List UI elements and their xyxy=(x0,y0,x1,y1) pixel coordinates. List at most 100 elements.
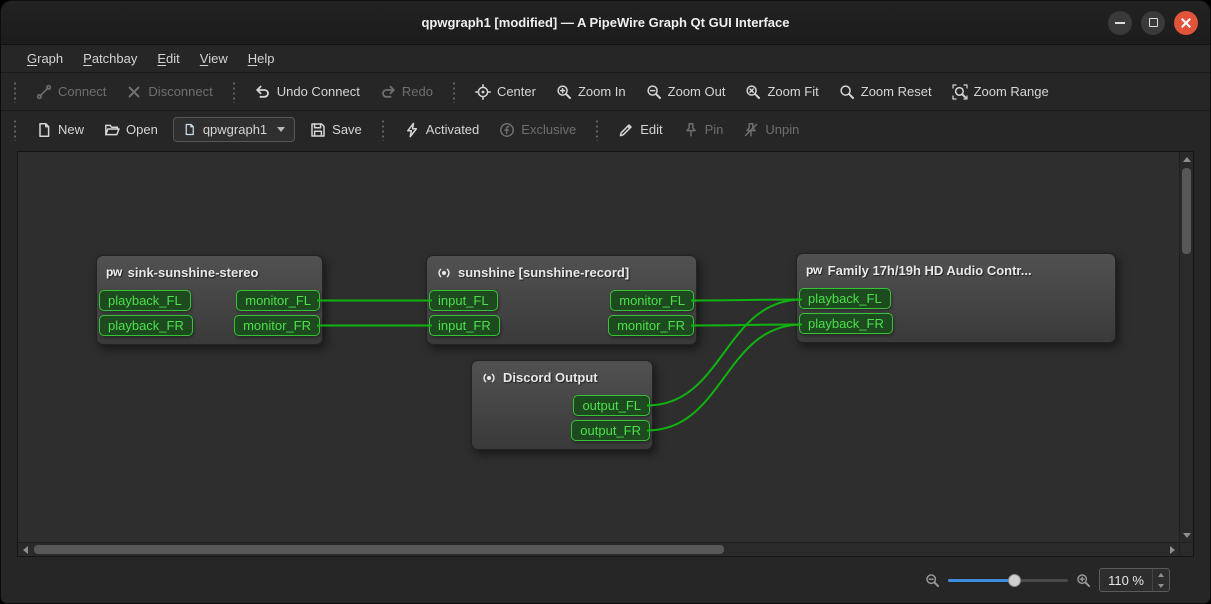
toolbar-drag-handle[interactable] xyxy=(12,81,18,103)
scroll-right-button[interactable] xyxy=(1165,543,1179,557)
undo-connect-button[interactable]: Undo Connect xyxy=(246,79,369,105)
graph-frame: pw sink-sunshine-stereo playback_FL play… xyxy=(17,151,1194,557)
pencil-icon xyxy=(618,122,634,138)
zoom-range-icon xyxy=(952,84,968,100)
center-button[interactable]: Center xyxy=(466,79,545,105)
zoom-out-icon xyxy=(925,573,940,588)
pin-button[interactable]: Pin xyxy=(674,117,733,143)
unpin-button[interactable]: Unpin xyxy=(734,117,808,143)
zoom-reset-button[interactable]: Zoom Reset xyxy=(830,79,941,105)
zoom-out-button[interactable]: Zoom Out xyxy=(637,79,735,105)
session-combobox[interactable]: qpwgraph1 xyxy=(173,117,295,142)
scrollbar-corner xyxy=(1179,542,1193,556)
statusbar: 110 % xyxy=(1,557,1210,603)
node-sunshine[interactable]: sunshine [sunshine-record] input_FL inpu… xyxy=(426,255,697,345)
close-button[interactable] xyxy=(1174,11,1198,35)
exclusive-button[interactable]: Exclusive xyxy=(490,117,585,143)
port-playback-fr[interactable]: playback_FR xyxy=(99,315,193,336)
vertical-scrollbar[interactable] xyxy=(1179,152,1193,542)
node-discord-output[interactable]: Discord Output output_FL output_FR xyxy=(471,360,653,450)
disconnect-icon xyxy=(126,84,142,100)
port-monitor-fr[interactable]: monitor_FR xyxy=(234,315,320,336)
scroll-left-button[interactable] xyxy=(18,543,32,557)
node-header: pw sink-sunshine-stereo xyxy=(97,256,322,286)
connection-edge[interactable] xyxy=(691,300,802,301)
node-sink-sunshine-stereo[interactable]: pw sink-sunshine-stereo playback_FL play… xyxy=(96,255,323,345)
zoom-in-icon xyxy=(1076,573,1091,588)
activated-button[interactable]: Activated xyxy=(395,117,488,143)
edit-button[interactable]: Edit xyxy=(609,117,671,143)
graph-canvas[interactable]: pw sink-sunshine-stereo playback_FL play… xyxy=(18,152,1179,542)
stream-icon xyxy=(436,265,452,281)
arrow-up-icon xyxy=(1158,573,1164,577)
port-output-fr[interactable]: output_FR xyxy=(571,420,650,441)
unpin-icon xyxy=(743,122,759,138)
new-button[interactable]: New xyxy=(27,117,93,143)
vscroll-thumb[interactable] xyxy=(1182,168,1191,254)
redo-button[interactable]: Redo xyxy=(371,79,442,105)
menu-help[interactable]: Help xyxy=(238,47,285,70)
menu-graph[interactable]: Graph xyxy=(17,47,73,70)
zoom-value: 110 % xyxy=(1100,569,1152,591)
port-playback-fl[interactable]: playback_FL xyxy=(799,288,891,309)
open-folder-icon xyxy=(104,122,120,138)
menu-view[interactable]: View xyxy=(190,47,238,70)
port-monitor-fr[interactable]: monitor_FR xyxy=(608,315,694,336)
zoom-fit-icon xyxy=(745,84,761,100)
disconnect-button[interactable]: Disconnect xyxy=(117,79,221,105)
redo-icon xyxy=(380,84,396,100)
arrow-left-icon xyxy=(23,546,28,554)
arrow-up-icon xyxy=(1183,157,1191,162)
toolbar-drag-handle[interactable] xyxy=(12,119,18,141)
chevron-down-icon xyxy=(277,127,285,132)
center-icon xyxy=(475,84,491,100)
port-input-fl[interactable]: input_FL xyxy=(429,290,498,311)
maximize-button[interactable] xyxy=(1141,11,1165,35)
port-playback-fr[interactable]: playback_FR xyxy=(799,313,893,334)
node-family-hd-audio[interactable]: pw Family 17h/19h HD Audio Contr... play… xyxy=(796,253,1116,343)
exclusive-icon xyxy=(499,122,515,138)
zoom-out-icon xyxy=(646,84,662,100)
toolbar-separator xyxy=(594,119,600,141)
connect-button[interactable]: Connect xyxy=(27,79,115,105)
save-button[interactable]: Save xyxy=(301,117,371,143)
zoom-in-button[interactable]: Zoom In xyxy=(547,79,635,105)
zoom-slider-fill xyxy=(948,579,1014,582)
zoom-spinbox[interactable]: 110 % xyxy=(1099,568,1170,592)
stream-icon xyxy=(481,370,497,386)
arrow-down-icon xyxy=(1183,533,1191,538)
port-playback-fl[interactable]: playback_FL xyxy=(99,290,191,311)
minimize-button[interactable] xyxy=(1108,11,1132,35)
zoom-in-icon xyxy=(556,84,572,100)
zoom-spin-up-button[interactable] xyxy=(1153,569,1169,580)
menubar: Graph Patchbay Edit View Help xyxy=(1,45,1210,72)
port-monitor-fl[interactable]: monitor_FL xyxy=(236,290,320,311)
zoom-fit-button[interactable]: Zoom Fit xyxy=(736,79,827,105)
zoom-reset-icon xyxy=(839,84,855,100)
hscroll-track[interactable] xyxy=(32,543,1165,556)
arrow-right-icon xyxy=(1170,546,1175,554)
vscroll-track[interactable] xyxy=(1180,166,1193,528)
node-title: sunshine [sunshine-record] xyxy=(458,264,629,281)
zoom-range-button[interactable]: Zoom Range xyxy=(943,79,1058,105)
zoom-slider[interactable] xyxy=(948,573,1068,587)
horizontal-scrollbar[interactable] xyxy=(18,542,1179,556)
scroll-down-button[interactable] xyxy=(1180,528,1194,542)
hscroll-thumb[interactable] xyxy=(34,545,724,554)
port-input-fr[interactable]: input_FR xyxy=(429,315,500,336)
titlebar[interactable]: qpwgraph1 [modified] — A PipeWire Graph … xyxy=(1,1,1210,45)
connection-edge[interactable] xyxy=(691,325,802,326)
toolbar-separator xyxy=(451,81,457,103)
menu-edit[interactable]: Edit xyxy=(147,47,189,70)
scroll-up-button[interactable] xyxy=(1180,152,1194,166)
session-file-icon xyxy=(183,123,196,136)
undo-icon xyxy=(255,84,271,100)
window-title: qpwgraph1 [modified] — A PipeWire Graph … xyxy=(1,15,1210,30)
zoom-slider-handle[interactable] xyxy=(1008,574,1021,587)
node-header: pw Family 17h/19h HD Audio Contr... xyxy=(797,254,1115,284)
port-monitor-fl[interactable]: monitor_FL xyxy=(610,290,694,311)
open-button[interactable]: Open xyxy=(95,117,167,143)
menu-patchbay[interactable]: Patchbay xyxy=(73,47,147,70)
port-output-fl[interactable]: output_FL xyxy=(573,395,650,416)
zoom-spin-down-button[interactable] xyxy=(1153,580,1169,591)
